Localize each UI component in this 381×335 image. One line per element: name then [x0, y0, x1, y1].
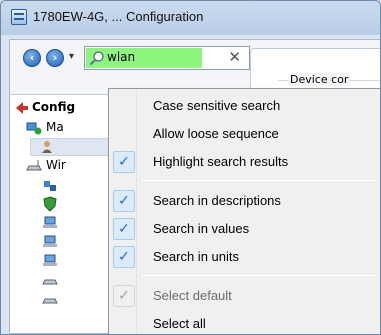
menu-item-search-descriptions[interactable]: ✓ Search in descriptions	[111, 188, 379, 214]
computer-icon[interactable]	[42, 253, 58, 269]
menu-item-label: Highlight search results	[153, 154, 289, 169]
search-input[interactable]: wlan ✕	[84, 46, 250, 70]
computer-icon[interactable]	[42, 234, 58, 250]
group-label: Device cor	[288, 73, 351, 86]
menu-item-highlight-results[interactable]: ✓ Highlight search results	[111, 149, 379, 175]
menu-item-search-values[interactable]: ✓ Search in values	[111, 216, 379, 242]
tree-item-label: Ma	[46, 120, 64, 134]
shield-icon[interactable]	[42, 196, 58, 212]
menu-item-label: Search in descriptions	[153, 193, 281, 208]
menu-item-label: Search in units	[153, 249, 239, 264]
menu-item-search-units[interactable]: ✓ Search in units	[111, 244, 379, 270]
tree-item-configuration[interactable]: Config	[14, 99, 118, 117]
computer-icon[interactable]	[42, 215, 58, 231]
network-icon[interactable]	[42, 177, 58, 193]
app-icon	[11, 9, 27, 25]
back-nav-icon	[16, 102, 28, 114]
back-arrow-icon[interactable]: ‹	[23, 49, 41, 67]
checkmark-icon: ✓	[113, 218, 135, 240]
wireless-icon[interactable]	[42, 272, 58, 288]
wireless-icon	[26, 160, 42, 171]
tree-item-label: Config	[32, 100, 76, 114]
management-icon	[26, 122, 42, 135]
search-icon[interactable]	[89, 50, 105, 66]
menu-item-label: Case sensitive search	[153, 98, 281, 113]
menu-item-case-sensitive[interactable]: Case sensitive search	[111, 93, 379, 119]
checkmark-icon: ✓	[113, 246, 135, 268]
tree-item-label: Wir	[46, 158, 66, 172]
user-icon	[42, 141, 52, 153]
close-icon[interactable]: ✕	[228, 48, 241, 66]
app-window: 1780EW-4G, ... Configuration ‹ › ▾ wlan …	[0, 0, 381, 335]
search-value: wlan	[107, 50, 136, 64]
menu-item-loose-sequence[interactable]: Allow loose sequence	[111, 121, 379, 147]
tree-item-selected[interactable]	[30, 138, 118, 156]
tree-item-wireless[interactable]: Wir	[26, 157, 118, 175]
title-bar: 1780EW-4G, ... Configuration	[1, 1, 380, 35]
checkmark-icon: ✓	[113, 285, 135, 307]
menu-separator	[141, 180, 377, 181]
menu-separator	[141, 275, 377, 276]
history-dropdown-icon[interactable]: ▾	[69, 51, 74, 62]
menu-item-select-all[interactable]: Select all	[111, 311, 379, 334]
window-title: 1780EW-4G, ... Configuration	[33, 9, 204, 24]
checkmark-icon: ✓	[113, 151, 135, 173]
menu-item-label: Allow loose sequence	[153, 126, 279, 141]
checkmark-icon: ✓	[113, 190, 135, 212]
menu-item-label: Select default	[153, 288, 232, 303]
forward-arrow-icon[interactable]: ›	[46, 49, 64, 67]
tree-item-management[interactable]: Ma	[26, 119, 118, 137]
config-tree[interactable]: Config Ma Wir	[10, 94, 122, 333]
menu-item-label: Search in values	[153, 221, 250, 236]
search-options-menu: Case sensitive search Allow loose sequen…	[108, 88, 380, 334]
menu-item-select-default: ✓ Select default	[111, 283, 379, 309]
menu-item-label: Select all	[153, 316, 206, 331]
wireless-icon[interactable]	[42, 291, 58, 307]
